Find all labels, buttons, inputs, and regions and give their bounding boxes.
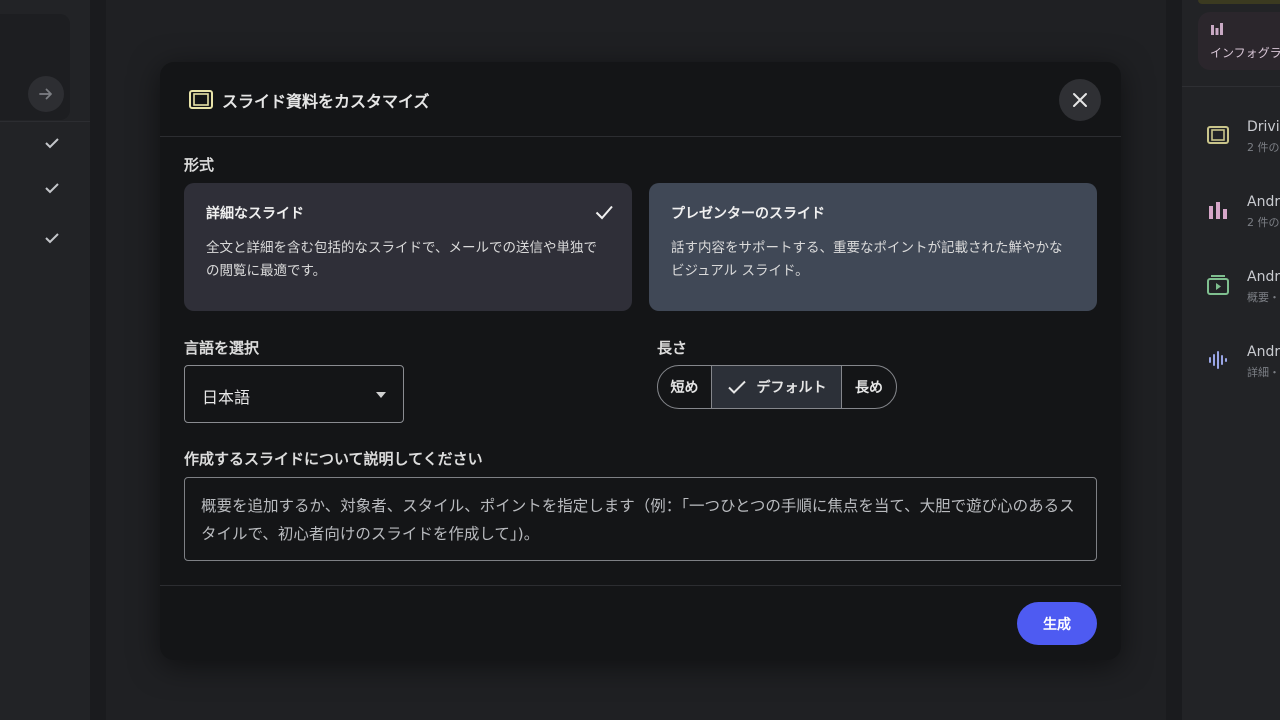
language-select[interactable]: 日本語	[184, 365, 404, 423]
artifact-item[interactable]: Andr 2 件の	[1182, 188, 1280, 248]
infographic-card[interactable]: インフォグラ	[1198, 12, 1280, 70]
artifact-subtitle: 2 件の	[1247, 216, 1280, 229]
length-option-label: 長め	[855, 380, 883, 396]
close-icon	[1073, 93, 1087, 107]
slides-icon	[189, 90, 213, 109]
length-option-label: デフォルト	[756, 380, 827, 396]
chevron-down-icon	[376, 392, 386, 398]
length-label: 長さ	[657, 339, 688, 357]
generate-button[interactable]: 生成	[1017, 602, 1097, 645]
checkbox-icon[interactable]	[42, 228, 62, 248]
description-placeholder: 概要を追加するか、対象者、スタイル、ポイントを指定します（例：「一つひとつの手順…	[201, 497, 1075, 543]
customize-slides-dialog: スライド資料をカスタマイズ 形式 詳細なスライド 全文と詳細を含む包括的なスライ…	[160, 62, 1121, 660]
divider	[1182, 86, 1280, 87]
artifact-item[interactable]: Drivi 2 件の	[1182, 113, 1280, 173]
infographic-icon	[1209, 202, 1227, 219]
sources-panel	[0, 0, 90, 720]
arrow-right-icon[interactable]	[28, 76, 64, 112]
check-icon	[727, 380, 746, 394]
length-segmented-control: 短め デフォルト 長め	[657, 365, 897, 409]
format-card-description: 全文と詳細を含む包括的なスライドで、メールでの送信や単独での閲覧に最適です。	[206, 240, 597, 279]
format-card-title: 詳細なスライド	[206, 206, 304, 222]
format-card-title: プレゼンターのスライド	[671, 206, 825, 222]
divider	[160, 585, 1121, 586]
format-card-presenter[interactable]: プレゼンターのスライド 話す内容をサポートする、重要なポイントが記載された鮮やか…	[649, 183, 1097, 311]
artifact-title: Drivi	[1247, 119, 1280, 135]
format-label: 形式	[184, 156, 215, 174]
format-card-description: 話す内容をサポートする、重要なポイントが記載された鮮やかなビジュアル スライド。	[671, 240, 1063, 279]
gutter	[90, 0, 106, 720]
video-icon	[1207, 275, 1229, 295]
gutter	[1166, 0, 1182, 720]
card-strip	[1198, 0, 1280, 4]
audio-icon	[1209, 351, 1227, 369]
dialog-title: スライド資料をカスタマイズ	[222, 92, 430, 111]
description-textarea[interactable]: 概要を追加するか、対象者、スタイル、ポイントを指定します（例：「一つひとつの手順…	[184, 477, 1097, 561]
check-icon	[595, 205, 613, 220]
slides-icon	[1207, 126, 1229, 144]
language-label: 言語を選択	[184, 339, 260, 357]
divider	[0, 121, 90, 122]
dialog-header: スライド資料をカスタマイズ	[160, 62, 1121, 137]
artifact-subtitle: 2 件の	[1247, 141, 1280, 154]
length-option-short[interactable]: 短め	[658, 366, 712, 408]
infographic-card-label: インフォグラ	[1210, 46, 1280, 60]
artifact-title: Andr	[1247, 344, 1280, 360]
format-card-detailed[interactable]: 詳細なスライド 全文と詳細を含む包括的なスライドで、メールでの送信や単独での閲覧…	[184, 183, 632, 311]
artifact-item[interactable]: Andr 詳細・	[1182, 338, 1280, 398]
artifact-subtitle: 概要・	[1247, 291, 1280, 304]
length-option-long[interactable]: 長め	[842, 366, 896, 408]
artifact-title: Andr	[1247, 269, 1280, 285]
studio-panel: インフォグラ Drivi 2 件の Andr 2 件の Andr 概要・ And…	[1182, 0, 1280, 720]
artifact-subtitle: 詳細・	[1247, 366, 1280, 379]
close-button[interactable]	[1059, 79, 1101, 121]
bar-chart-icon	[1211, 23, 1223, 35]
length-option-label: 短め	[670, 380, 699, 396]
length-option-default[interactable]: デフォルト	[712, 366, 842, 408]
checkbox-icon[interactable]	[42, 178, 62, 198]
checkbox-icon[interactable]	[42, 133, 62, 153]
description-label: 作成するスライドについて説明してください	[184, 450, 483, 468]
artifact-title: Andr	[1247, 194, 1280, 210]
language-value: 日本語	[202, 388, 251, 407]
artifact-item[interactable]: Andr 概要・	[1182, 263, 1280, 323]
